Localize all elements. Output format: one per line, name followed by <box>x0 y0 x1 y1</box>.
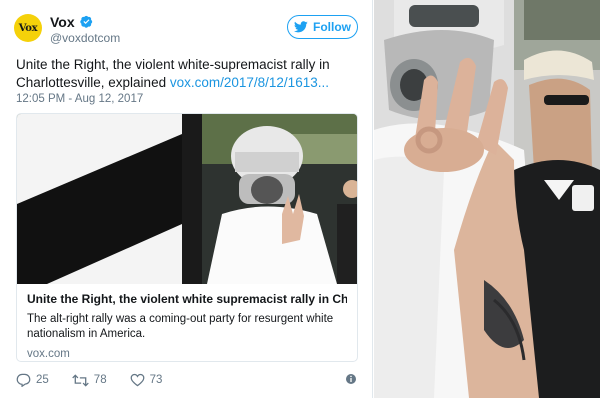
avatar[interactable]: Vox <box>14 14 42 42</box>
card-description: The alt-right rally was a coming-out par… <box>27 313 334 340</box>
retweet-count: 78 <box>93 374 107 386</box>
link-card[interactable]: Unite the Right, the violent white supre… <box>16 113 358 362</box>
tweet-timestamp[interactable]: 12:05 PM - Aug 12, 2017 <box>16 93 143 105</box>
info-icon[interactable] <box>345 373 357 385</box>
follow-label: Follow <box>313 20 351 34</box>
retweet-action[interactable]: 78 <box>72 373 107 387</box>
retweet-icon <box>72 373 89 387</box>
card-image <box>17 114 357 284</box>
avatar-logo-text: Vox <box>18 22 38 34</box>
rally-photo <box>374 0 600 398</box>
verified-badge-icon <box>80 15 93 28</box>
tweet-text: Unite the Right, the violent white-supre… <box>16 56 361 92</box>
display-name[interactable]: Vox <box>50 14 75 30</box>
follow-button[interactable]: Follow <box>287 15 358 39</box>
reply-icon <box>16 373 31 387</box>
card-title: Unite the Right, the violent white supre… <box>27 292 347 306</box>
user-handle[interactable]: @voxdotcom <box>50 31 120 45</box>
reply-action[interactable]: 25 <box>16 373 49 387</box>
tweet-embed: Vox Vox @voxdotcom Follow Unite the Righ… <box>0 0 373 398</box>
card-body: Unite the Right, the violent white supre… <box>17 284 357 361</box>
like-action[interactable]: 73 <box>130 373 163 387</box>
tweet-actions: 25 78 73 <box>16 372 361 388</box>
like-count: 73 <box>149 374 163 386</box>
reply-count: 25 <box>36 374 49 386</box>
tweet-link[interactable]: vox.com/2017/8/12/1613... <box>170 75 329 90</box>
heart-icon <box>130 373 144 387</box>
twitter-bird-icon <box>294 21 308 33</box>
card-domain: vox.com <box>27 348 70 360</box>
